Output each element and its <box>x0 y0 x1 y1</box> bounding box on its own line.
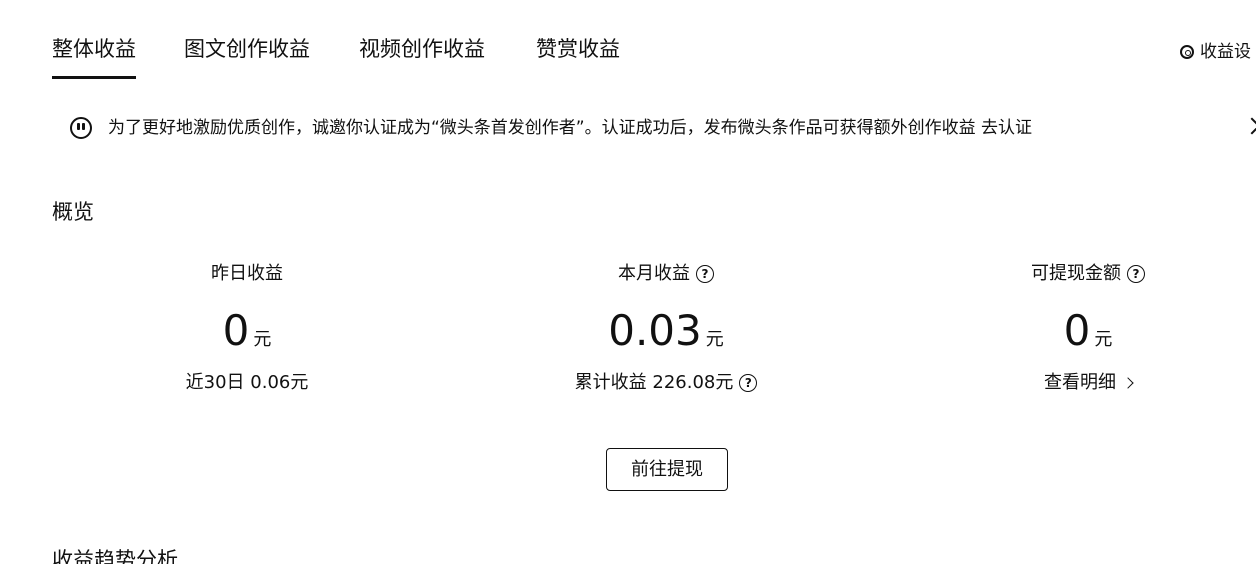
notice-message: 为了更好地激励优质创作，诚邀你认证成为“微头条首发创作者”。认证成功后，发布微头… <box>108 118 976 138</box>
help-icon[interactable]: ? <box>1127 265 1145 283</box>
month-income-label: 本月收益 <box>618 263 690 284</box>
help-icon[interactable]: ? <box>696 265 714 283</box>
view-details-label: 查看明细 <box>1044 372 1116 393</box>
view-details-link[interactable]: 查看明细 <box>1044 370 1134 396</box>
withdrawable-card: 可提现金额 ? 0元 查看明细 <box>938 260 1238 396</box>
income-settings-link[interactable]: 收益设 <box>1180 40 1251 64</box>
yesterday-income-card: 昨日收益 0元 近30日 0.06元 <box>97 260 397 396</box>
month-income-number: 0.03 <box>608 306 702 355</box>
total-income: 累计收益 226.08元 <box>574 372 734 393</box>
month-income-unit: 元 <box>705 329 724 350</box>
yesterday-income-number: 0 <box>222 306 250 355</box>
help-icon[interactable]: ? <box>739 374 758 392</box>
go-withdraw-button[interactable]: 前往提现 <box>606 448 728 491</box>
income-trend-title: 收益趋势分析 <box>52 548 178 564</box>
yesterday-income-value: 0元 <box>97 306 397 356</box>
overview-title: 概览 <box>52 200 94 224</box>
withdrawable-label: 可提现金额 <box>1031 263 1121 284</box>
settings-icon <box>1180 45 1194 59</box>
withdrawable-unit: 元 <box>1094 329 1113 350</box>
month-income-card: 本月收益 ? 0.03 元 累计收益 226.08元 ? <box>516 260 816 396</box>
notice-text-line: 为了更好地激励优质创作，诚邀你认证成为“微头条首发创作者”。认证成功后，发布微头… <box>108 115 1032 141</box>
tab-overall-income[interactable]: 整体收益 <box>52 34 136 79</box>
chevron-right-icon <box>1122 377 1134 389</box>
withdrawable-value: 0元 <box>938 306 1238 356</box>
chevron-right-icon[interactable] <box>1243 117 1256 135</box>
go-certify-link[interactable]: 去认证 <box>981 118 1032 138</box>
month-income-value: 0.03 元 <box>516 306 816 356</box>
tab-article-income[interactable]: 图文创作收益 <box>184 34 310 64</box>
certification-notice: 为了更好地激励优质创作，诚邀你认证成为“微头条首发创作者”。认证成功后，发布微头… <box>70 113 1256 143</box>
yesterday-income-label: 昨日收益 <box>211 263 283 284</box>
withdrawable-number: 0 <box>1063 306 1091 355</box>
last-30-days-income: 近30日 0.06元 <box>185 372 309 393</box>
tab-video-income[interactable]: 视频创作收益 <box>359 34 485 64</box>
tab-appreciation-income[interactable]: 赞赏收益 <box>536 34 620 64</box>
income-settings-label: 收益设 <box>1200 42 1251 62</box>
smiley-icon <box>70 117 92 139</box>
yesterday-income-unit: 元 <box>253 329 272 350</box>
page: 整体收益 图文创作收益 视频创作收益 赞赏收益 收益设 为了更好地激励优质创作，… <box>0 0 1256 564</box>
